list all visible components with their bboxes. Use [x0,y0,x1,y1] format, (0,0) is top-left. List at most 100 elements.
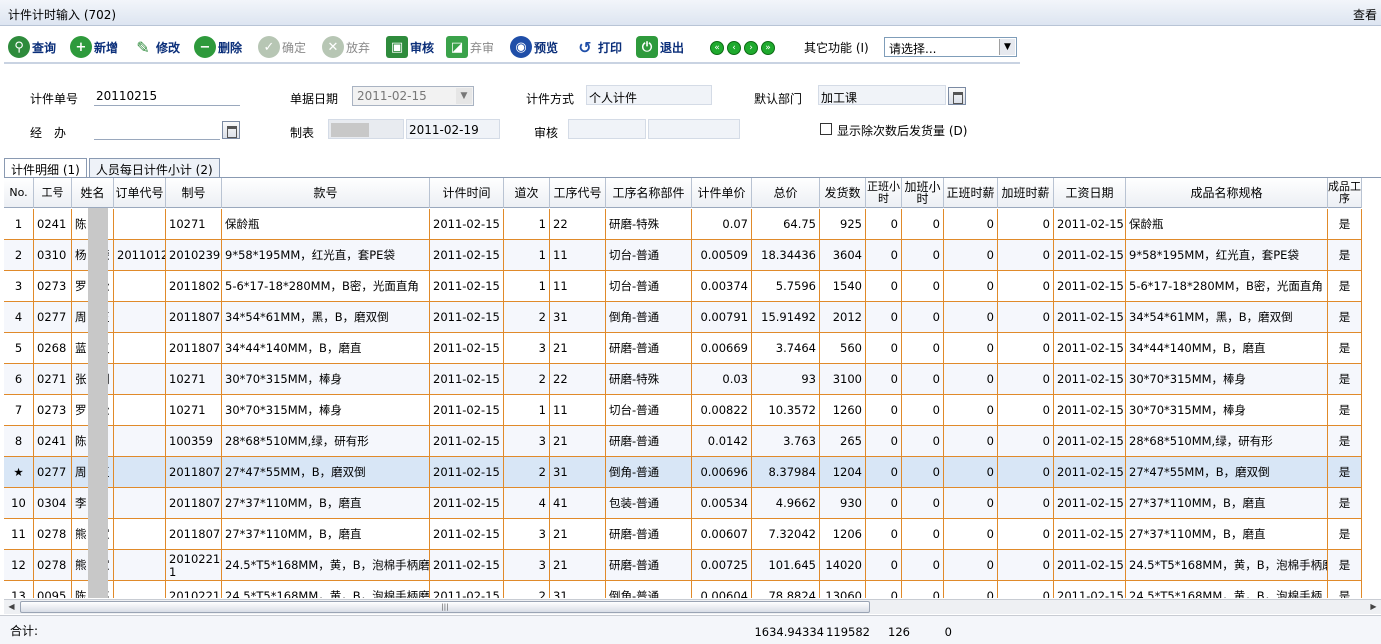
cell-no[interactable]: 7 [4,395,34,426]
cell-order[interactable] [114,395,166,426]
cell-total[interactable]: 4.9662 [752,488,820,519]
cell-proc[interactable]: 11 [550,240,606,271]
cell-pay-date[interactable]: 2011-02-15 [1054,302,1126,333]
column-header[interactable]: 款号 [222,178,430,208]
cell-rw[interactable]: 0 [944,426,998,457]
cell-ow[interactable]: 0 [998,488,1054,519]
cell-rh[interactable]: 0 [866,209,902,240]
cell-pay-date[interactable]: 2011-02-15 [1054,519,1126,550]
cell-time[interactable]: 2011-02-15 [430,519,504,550]
cell-qty[interactable]: 14020 [820,550,866,581]
cell-no[interactable]: 2 [4,240,34,271]
scroll-left-icon[interactable]: ◀ [5,601,18,613]
column-header[interactable]: 加班小时 [902,178,944,208]
cell-proc[interactable]: 22 [550,209,606,240]
column-header[interactable]: 发货数 [820,178,866,208]
cell-proc-name[interactable]: 倒角-普通 [606,457,692,488]
table-row[interactable]: 110278熊 家201180727*37*110MM，B，磨直2011-02-… [4,519,1362,550]
cell-make[interactable]: 2011807 [166,488,222,519]
cell-style[interactable]: 24.5*T5*168MM，黄，B，泡棉手柄磨双 [222,550,430,581]
cell-style[interactable]: 5-6*17-18*280MM，B密，光面直角 [222,271,430,302]
cell-style[interactable]: 27*47*55MM，B，磨双倒 [222,457,430,488]
cell-fin[interactable]: 是 [1328,581,1362,598]
cell-pay-date[interactable]: 2011-02-15 [1054,209,1126,240]
cell-ow[interactable]: 0 [998,519,1054,550]
cell-no[interactable]: 5 [4,333,34,364]
table-row[interactable]: 8 0241 陈 100359 28*68*510MM,绿，研有形 2011-02-15 3… [4,426,1362,457]
cell-rw[interactable]: 0 [944,364,998,395]
table-row[interactable]: 130095陈 高201022124.5*T5*168MM，黄，B，泡棉手柄磨2… [4,581,1362,598]
cell-spec[interactable]: 27*47*55MM，B，磨双倒 [1126,457,1328,488]
table-row[interactable]: 50268蓝 议201180734*44*140MM，B，磨直2011-02-1… [4,333,1362,364]
cell-order[interactable]: 20110121 [114,240,166,271]
cell-time[interactable]: 2011-02-15 [430,550,504,581]
cell-qty[interactable]: 930 [820,488,866,519]
cell-order[interactable] [114,488,166,519]
cell-rw[interactable]: 0 [944,240,998,271]
cell-rw[interactable]: 0 [944,271,998,302]
cell-proc-name[interactable]: 研磨-特殊 [606,209,692,240]
cell-total[interactable]: 8.37984 [752,457,820,488]
view-menu[interactable]: 查看 [1353,6,1377,23]
cell-price[interactable]: 0.00669 [692,333,752,364]
cell-time[interactable]: 2011-02-15 [430,395,504,426]
cell-rw[interactable]: 0 [944,209,998,240]
tab-detail[interactable]: 计件明细 (1) [4,158,87,178]
column-header[interactable]: 工资日期 [1054,178,1126,208]
cell-fin[interactable]: 是 [1328,209,1362,240]
table-row[interactable]: 30273罗 松20118025-6*17-18*280MM，B密，光面直角20… [4,271,1362,302]
cell-order[interactable] [114,519,166,550]
table-row[interactable]: 20310杨 荣2011012120102399*58*195MM，红光直，套P… [4,240,1362,271]
cell-pass[interactable]: 2 [504,364,550,395]
cell-oh[interactable]: 0 [902,240,944,271]
cell-proc-name[interactable]: 倒角-普通 [606,581,692,598]
cell-total[interactable]: 15.91492 [752,302,820,333]
cell-oh[interactable]: 0 [902,426,944,457]
cell-emp[interactable]: 0278 [34,550,72,581]
cell-style[interactable]: 30*70*315MM，棒身 [222,395,430,426]
cell-make[interactable]: 2011807 [166,457,222,488]
cell-proc[interactable]: 21 [550,550,606,581]
cell-make[interactable]: 100359 [166,426,222,457]
cell-rw[interactable]: 0 [944,581,998,598]
cell-qty[interactable]: 1206 [820,519,866,550]
cell-ow[interactable]: 0 [998,240,1054,271]
cell-no[interactable]: 10 [4,488,34,519]
method-field[interactable]: 个人计件 [586,85,712,105]
cell-qty[interactable]: 1540 [820,271,866,302]
cell-proc[interactable]: 22 [550,364,606,395]
cell-style[interactable]: 9*58*195MM，红光直，套PE袋 [222,240,430,271]
cell-proc-name[interactable]: 切台-普通 [606,271,692,302]
cell-style[interactable]: 28*68*510MM,绿，研有形 [222,426,430,457]
cell-make[interactable]: 2010239 [166,240,222,271]
cell-proc[interactable]: 11 [550,395,606,426]
cell-no[interactable]: 6 [4,364,34,395]
cell-make[interactable]: 2010221-1 [166,550,222,581]
cell-make[interactable]: 2011807 [166,333,222,364]
cell-pay-date[interactable]: 2011-02-15 [1054,333,1126,364]
cell-time[interactable]: 2011-02-15 [430,364,504,395]
cell-rw[interactable]: 0 [944,519,998,550]
cell-no[interactable]: 4 [4,302,34,333]
cell-style[interactable]: 24.5*T5*168MM，黄，B，泡棉手柄磨 [222,581,430,598]
column-header[interactable]: 制号 [166,178,222,208]
cell-ow[interactable]: 0 [998,395,1054,426]
cell-price[interactable]: 0.00604 [692,581,752,598]
preview-button[interactable]: ◉ 预览 [510,34,558,60]
cell-fin[interactable]: 是 [1328,333,1362,364]
edit-button[interactable]: ✎ 修改 [132,34,180,60]
cell-order[interactable] [114,550,166,581]
cell-total[interactable]: 93 [752,364,820,395]
cancel-button[interactable]: ✕ 放弃 [322,34,370,60]
cell-pass[interactable]: 2 [504,581,550,598]
table-row[interactable]: 60271张 明1027130*70*315MM，棒身2011-02-15222… [4,364,1362,395]
cell-ow[interactable]: 0 [998,364,1054,395]
cell-time[interactable]: 2011-02-15 [430,240,504,271]
cell-total[interactable]: 64.75 [752,209,820,240]
cell-emp[interactable]: 0241 [34,209,72,240]
cell-no[interactable]: ★ [4,457,34,488]
cell-qty[interactable]: 3100 [820,364,866,395]
cell-proc-name[interactable]: 倒角-普通 [606,302,692,333]
cell-oh[interactable]: 0 [902,550,944,581]
cell-emp[interactable]: 0278 [34,519,72,550]
